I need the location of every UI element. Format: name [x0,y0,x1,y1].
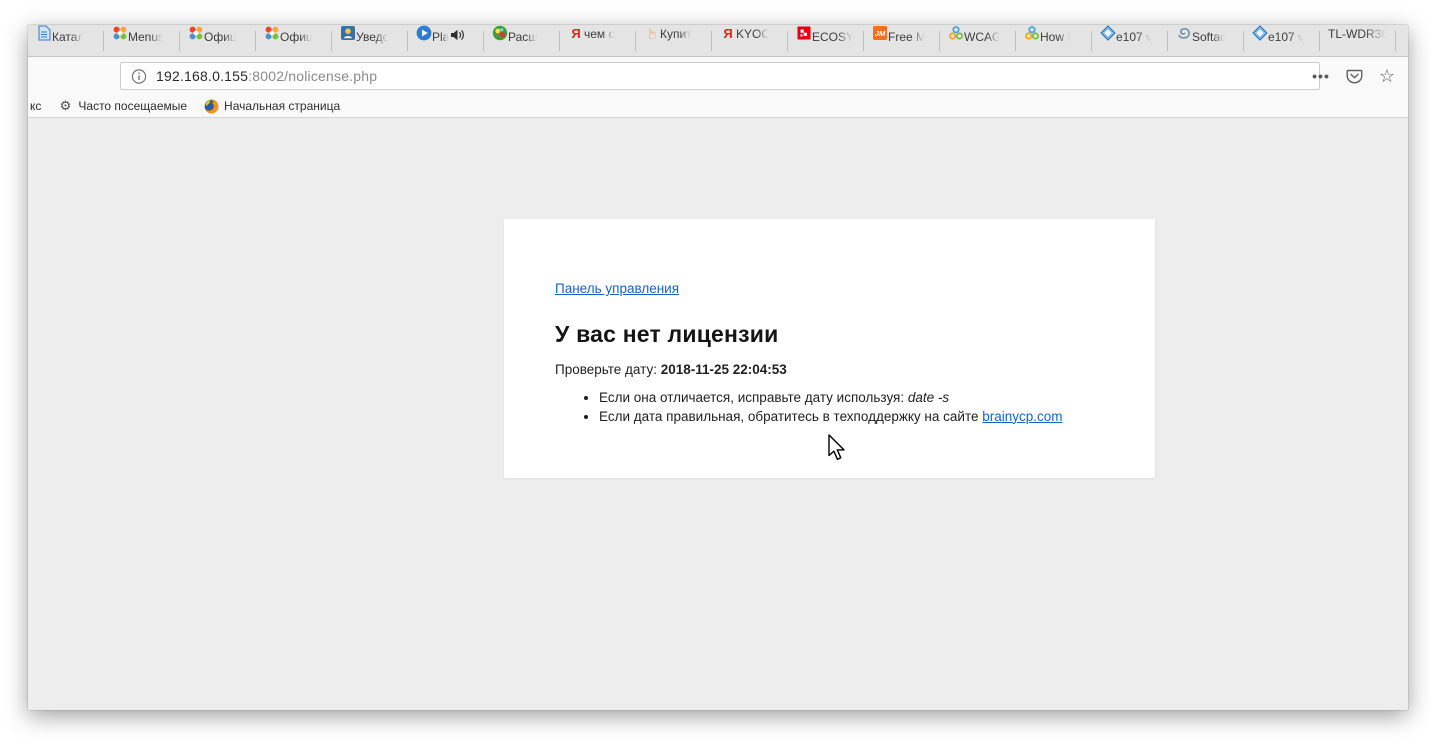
e107-icon [1252,25,1268,41]
extensions-icon [492,25,508,41]
e107-icon [1100,25,1116,41]
url-path: :8002/nolicense.php [248,68,377,84]
bookmark-item[interactable]: ⚙ Часто посещаемые [55,98,189,114]
browser-tab[interactable]: Ячем о [560,25,636,56]
tab-bar: КаталMenusОфицОфицУведоPlaРасшЯчем о☞Куп… [28,25,1408,57]
tab-label: Офиц [280,30,313,44]
circles-icon [1024,25,1040,41]
tab-label: Free M [888,30,926,44]
svg-text:JM: JM [875,29,886,38]
bookmark-star-icon[interactable]: ☆ [1377,66,1397,86]
browser-tab[interactable]: JMFree M [864,25,940,56]
tab-label: Pla [432,30,449,44]
navigation-toolbar: 192.168.0.155:8002/nolicense.php ••• ☆ [28,57,1408,95]
support-site-link[interactable]: brainycp.com [982,409,1062,424]
browser-tab[interactable]: Расш [484,25,560,56]
speaker-icon [449,27,465,43]
document-icon [36,25,52,41]
browser-tab[interactable]: ☞Купит [636,25,712,56]
firefox-icon [203,98,219,114]
instruction-item: Если дата правильная, обратитесь в техпо… [599,408,1105,427]
browser-tab[interactable]: Катал [28,25,104,56]
hand-icon: ☞ [644,26,660,42]
tab-label: Menus [128,30,164,44]
tab-label: ECOSY [812,30,854,44]
tab-label: WCAG [964,30,1001,44]
date-label: Проверьте дату: [555,362,661,377]
browser-tab[interactable]: e107 v [1092,25,1168,56]
page-title: У вас нет лицензии [555,321,1105,348]
browser-tab[interactable]: e107 v [1244,25,1320,56]
site-info-icon[interactable] [131,68,147,84]
control-panel-link[interactable]: Панель управления [555,281,679,296]
license-error-card: Панель управления У вас нет лицензии Про… [504,219,1155,478]
tab-label: Расш [508,30,538,44]
joomla-icon [188,25,204,41]
browser-tab[interactable]: TL-WDR36 [1320,25,1396,56]
date-line: Проверьте дату: 2018-11-25 22:04:53 [555,362,1105,377]
tab-label: TL-WDR36 [1328,27,1388,41]
browser-tab[interactable]: ЯKYOC [712,25,788,56]
jm-icon: JM [872,25,888,41]
bookmark-label: Начальная страница [224,99,340,113]
tab-label: Катал [52,30,84,44]
url-text[interactable]: 192.168.0.155:8002/nolicense.php [156,68,377,84]
bookmarks-bar: кс ⚙ Часто посещаемые Начальная страница [28,95,1408,118]
instruction-text: Если она отличается, исправьте дату испо… [599,390,908,405]
url-bar[interactable]: 192.168.0.155:8002/nolicense.php [120,62,1320,90]
bookmark-item[interactable]: кс [28,99,43,113]
tab-label: чем о [584,27,615,41]
tab-label: How t [1040,30,1071,44]
instructions-list: Если она отличается, исправьте дату испо… [555,389,1105,426]
pocket-icon[interactable] [1344,66,1364,86]
bookmark-label: Часто посещаемые [78,99,187,113]
browser-tab[interactable]: How t [1016,25,1092,56]
instruction-item: Если она отличается, исправьте дату испо… [599,389,1105,408]
url-domain: 192.168.0.155 [156,68,248,84]
tab-label: e107 v [1116,30,1152,44]
browser-tab[interactable]: WCAG [940,25,1016,56]
circles-icon [948,25,964,41]
softaculous-icon [1176,25,1192,41]
browser-tab[interactable]: Офиц [180,25,256,56]
page-content: Панель управления У вас нет лицензии Про… [28,119,1408,710]
tab-label: Softac [1192,30,1226,44]
browser-tab[interactable]: Офиц [256,25,332,56]
tab-label: e107 v [1268,30,1304,44]
joomla-icon [112,25,128,41]
tab-label: Офиц [204,30,237,44]
joomla-icon [264,25,280,41]
kyocera-icon [796,25,812,41]
badge-icon [340,25,356,41]
browser-tab[interactable]: Pla [408,25,484,56]
instruction-text: Если дата правильная, обратитесь в техпо… [599,409,982,424]
yandex-icon: Я [720,26,736,42]
gear-icon: ⚙ [57,98,73,114]
date-value: 2018-11-25 22:04:53 [661,362,787,377]
tab-label: KYOC [736,27,770,41]
browser-tab[interactable]: ECOSY [788,25,864,56]
command-text: date -s [908,390,949,405]
tab-label: Уведо [356,30,389,44]
toolbar-right-icons: ••• ☆ [1311,57,1397,95]
bookmark-item[interactable]: Начальная страница [201,98,342,114]
browser-tab[interactable]: Menus [104,25,180,56]
page-actions-icon[interactable]: ••• [1311,66,1331,86]
browser-tab[interactable]: Softac [1168,25,1244,56]
yandex-icon: Я [568,26,584,42]
browser-window: КаталMenusОфицОфицУведоPlaРасшЯчем о☞Куп… [28,25,1408,710]
tab-label: Купит [660,27,692,41]
bookmark-label: кс [30,99,41,113]
browser-tab[interactable]: Уведо [332,25,408,56]
play-icon [416,25,432,41]
